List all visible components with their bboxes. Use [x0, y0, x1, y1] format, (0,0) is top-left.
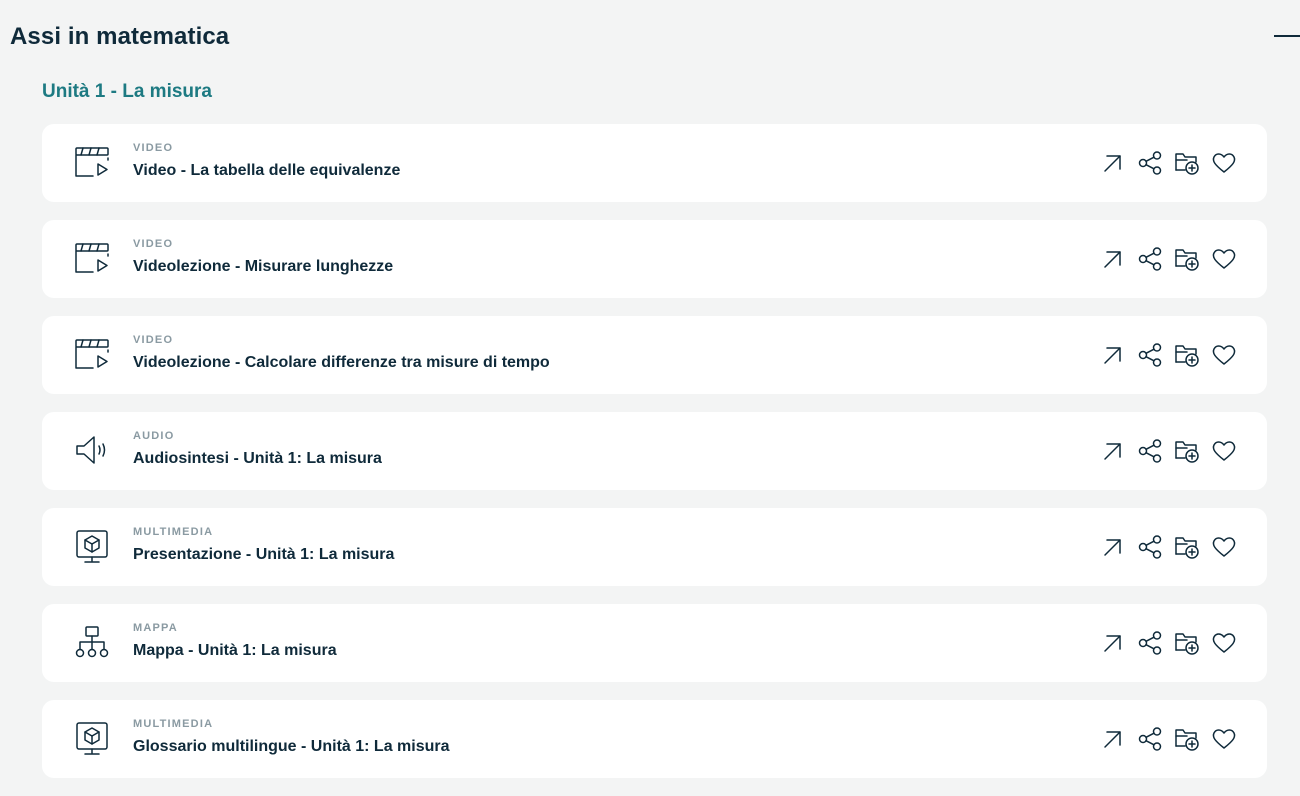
resource-title[interactable]: Videolezione - Calcolare differenze tra …	[133, 354, 550, 372]
section-header: Assi in matematica	[10, 22, 1300, 52]
resource-title[interactable]: Mappa - Unità 1: La misura	[133, 642, 337, 660]
collapse-minus-icon[interactable]	[1274, 35, 1300, 37]
add-to-folder-icon[interactable]	[1174, 726, 1200, 752]
share-icon[interactable]	[1137, 726, 1163, 752]
resource-type-label: VIDEO	[133, 334, 174, 346]
resource-actions	[1100, 630, 1237, 656]
speaker-icon	[74, 432, 110, 468]
video-icon	[74, 144, 110, 180]
share-icon[interactable]	[1137, 630, 1163, 656]
favorite-heart-icon[interactable]	[1211, 726, 1237, 752]
resource-actions	[1100, 726, 1237, 752]
favorite-heart-icon[interactable]	[1211, 630, 1237, 656]
resource-type-label: VIDEO	[133, 142, 174, 154]
resource-card[interactable]: AUDIO Audiosintesi - Unità 1: La misura	[42, 412, 1267, 490]
concept-map-icon	[74, 624, 110, 660]
add-to-folder-icon[interactable]	[1174, 342, 1200, 368]
resource-title[interactable]: Video - La tabella delle equivalenze	[133, 162, 400, 180]
add-to-folder-icon[interactable]	[1174, 630, 1200, 656]
resource-title[interactable]: Audiosintesi - Unità 1: La misura	[133, 450, 382, 468]
resource-type-label: MAPPA	[133, 622, 178, 634]
add-to-folder-icon[interactable]	[1174, 246, 1200, 272]
video-icon	[74, 336, 110, 372]
resource-actions	[1100, 246, 1237, 272]
resource-card[interactable]: VIDEO Videolezione - Calcolare differenz…	[42, 316, 1267, 394]
resource-actions	[1100, 534, 1237, 560]
share-icon[interactable]	[1137, 342, 1163, 368]
open-external-icon[interactable]	[1100, 150, 1126, 176]
resource-card[interactable]: MULTIMEDIA Glossario multilingue - Unità…	[42, 700, 1267, 778]
resource-list: VIDEO Video - La tabella delle equivalen…	[42, 124, 1267, 796]
favorite-heart-icon[interactable]	[1211, 438, 1237, 464]
resource-actions	[1100, 150, 1237, 176]
favorite-heart-icon[interactable]	[1211, 534, 1237, 560]
unit-title: Unità 1 - La misura	[42, 81, 212, 102]
resource-title[interactable]: Presentazione - Unità 1: La misura	[133, 546, 394, 564]
share-icon[interactable]	[1137, 534, 1163, 560]
open-external-icon[interactable]	[1100, 438, 1126, 464]
resource-title[interactable]: Videolezione - Misurare lunghezze	[133, 258, 393, 276]
share-icon[interactable]	[1137, 438, 1163, 464]
open-external-icon[interactable]	[1100, 246, 1126, 272]
resource-actions	[1100, 438, 1237, 464]
resource-type-label: VIDEO	[133, 238, 174, 250]
open-external-icon[interactable]	[1100, 726, 1126, 752]
resource-type-label: MULTIMEDIA	[133, 718, 214, 730]
video-icon	[74, 240, 110, 276]
resource-card[interactable]: MULTIMEDIA Presentazione - Unità 1: La m…	[42, 508, 1267, 586]
presentation-icon	[74, 720, 110, 756]
resource-title[interactable]: Glossario multilingue - Unità 1: La misu…	[133, 738, 450, 756]
open-external-icon[interactable]	[1100, 534, 1126, 560]
share-icon[interactable]	[1137, 246, 1163, 272]
share-icon[interactable]	[1137, 150, 1163, 176]
resource-actions	[1100, 342, 1237, 368]
add-to-folder-icon[interactable]	[1174, 534, 1200, 560]
add-to-folder-icon[interactable]	[1174, 150, 1200, 176]
section-title: Assi in matematica	[10, 23, 230, 50]
add-to-folder-icon[interactable]	[1174, 438, 1200, 464]
resource-type-label: MULTIMEDIA	[133, 526, 214, 538]
favorite-heart-icon[interactable]	[1211, 150, 1237, 176]
favorite-heart-icon[interactable]	[1211, 342, 1237, 368]
resource-type-label: AUDIO	[133, 430, 175, 442]
resource-card[interactable]: MAPPA Mappa - Unità 1: La misura	[42, 604, 1267, 682]
open-external-icon[interactable]	[1100, 630, 1126, 656]
resource-card[interactable]: VIDEO Video - La tabella delle equivalen…	[42, 124, 1267, 202]
favorite-heart-icon[interactable]	[1211, 246, 1237, 272]
open-external-icon[interactable]	[1100, 342, 1126, 368]
presentation-icon	[74, 528, 110, 564]
resource-card[interactable]: VIDEO Videolezione - Misurare lunghezze	[42, 220, 1267, 298]
